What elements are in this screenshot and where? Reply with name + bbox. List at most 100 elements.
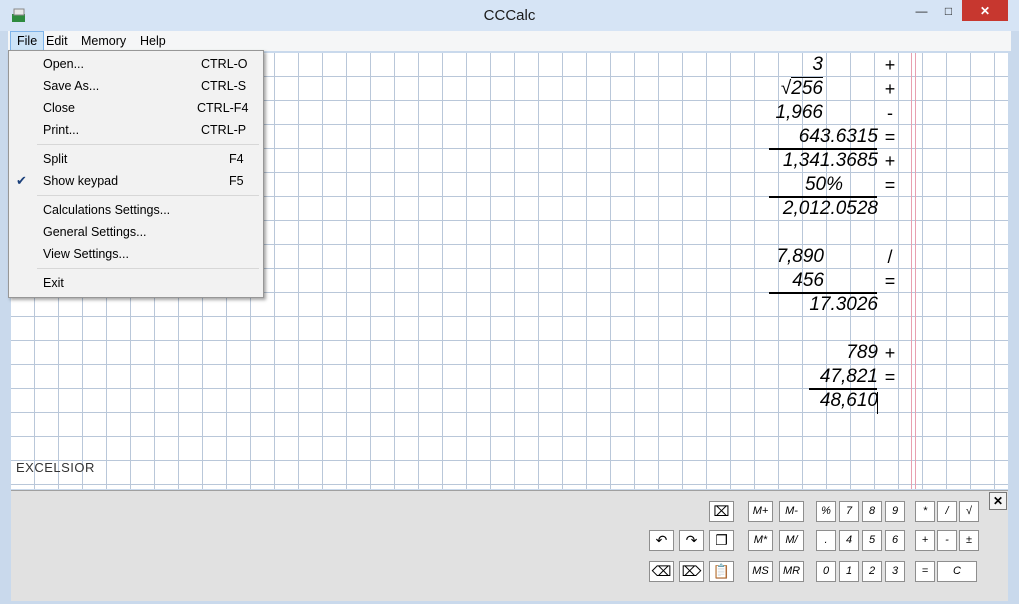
calc-value: 643.6315: [798, 126, 878, 147]
menu-shortcut: F5: [229, 174, 244, 188]
key-8[interactable]: 8: [862, 501, 882, 522]
key-decimal[interactable]: .: [816, 530, 836, 551]
key-4[interactable]: 4: [839, 530, 859, 551]
delete-icon[interactable]: ⌦: [679, 561, 704, 582]
menu-label: Split: [43, 152, 68, 166]
menu-calculations-settings[interactable]: Calculations Settings...: [9, 199, 263, 221]
menu-view-settings[interactable]: View Settings...: [9, 243, 263, 265]
menu-shortcut: CTRL-F4: [197, 101, 249, 115]
calc-operator: =: [884, 271, 896, 291]
menu-separator: [37, 195, 259, 196]
menu-bar: File Edit Memory Help: [8, 31, 1011, 51]
key-0[interactable]: 0: [816, 561, 836, 582]
memory-store-button[interactable]: MS: [748, 561, 773, 582]
text-cursor: [877, 392, 878, 414]
menu-separator: [37, 144, 259, 145]
menu-label: Save As...: [43, 79, 100, 93]
calc-value: 17.3026: [809, 294, 878, 315]
key-multiply[interactable]: *: [915, 501, 935, 522]
memory-plus-button[interactable]: M+: [748, 501, 773, 522]
menu-label: Open...: [43, 57, 84, 71]
menu-separator: [37, 268, 259, 269]
key-1[interactable]: 1: [839, 561, 859, 582]
menu-label: Print...: [43, 123, 80, 137]
key-equals[interactable]: =: [915, 561, 935, 582]
menu-save-as[interactable]: Save As... CTRL-S: [9, 75, 263, 97]
checkmark-icon: ✔: [16, 173, 27, 188]
calc-operator: -: [887, 103, 893, 123]
close-window-button[interactable]: ✕: [962, 0, 1008, 21]
menu-label: Close: [43, 101, 75, 115]
menu-label: General Settings...: [43, 225, 147, 239]
sqrt-symbol: √: [780, 78, 792, 99]
margin-line: [915, 53, 916, 489]
memory-multiply-button[interactable]: M*: [748, 530, 773, 551]
key-6[interactable]: 6: [885, 530, 905, 551]
calc-operator: =: [884, 367, 896, 387]
menu-memory[interactable]: Memory: [75, 31, 132, 51]
key-9[interactable]: 9: [885, 501, 905, 522]
key-minus[interactable]: -: [937, 530, 957, 551]
backspace-icon[interactable]: ⌫: [649, 561, 674, 582]
calc-value: 789: [846, 342, 878, 363]
close-keypad-button[interactable]: ✕: [989, 492, 1007, 510]
menu-label: View Settings...: [43, 247, 129, 261]
calc-value: 7,890: [776, 246, 824, 267]
menu-general-settings[interactable]: General Settings...: [9, 221, 263, 243]
key-clear[interactable]: C: [937, 561, 977, 582]
menu-help[interactable]: Help: [134, 31, 172, 51]
memory-recall-button[interactable]: MR: [779, 561, 804, 582]
undo-icon[interactable]: ↶: [649, 530, 674, 551]
calc-operator: +: [884, 55, 896, 75]
title-bar: CCCalc — □ ✕: [0, 0, 1019, 31]
minimize-button[interactable]: —: [908, 0, 935, 21]
margin-line: [911, 53, 912, 489]
menu-close[interactable]: Close CTRL-F4: [9, 97, 263, 119]
menu-shortcut: F4: [229, 152, 244, 166]
key-divide[interactable]: /: [937, 501, 957, 522]
menu-print[interactable]: Print... CTRL-P: [9, 119, 263, 141]
menu-label: Show keypad: [43, 174, 119, 188]
memory-minus-button[interactable]: M-: [779, 501, 804, 522]
menu-split[interactable]: Split F4: [9, 148, 263, 170]
menu-label: Calculations Settings...: [43, 203, 171, 217]
sqrt-radicand: 256: [791, 77, 823, 99]
window-title: CCCalc: [483, 7, 536, 24]
copy-icon[interactable]: ❐: [709, 530, 734, 551]
key-5[interactable]: 5: [862, 530, 882, 551]
excelsior-logo: EXCELSIOR: [16, 460, 95, 475]
calc-value: 1,341.3685: [782, 150, 878, 171]
calc-value: 48,610: [819, 390, 878, 411]
calc-operator: /: [887, 247, 893, 267]
clear-all-icon[interactable]: ⌧: [709, 501, 734, 522]
calc-value: √256: [683, 77, 823, 100]
key-plus[interactable]: +: [915, 530, 935, 551]
menu-exit[interactable]: Exit: [9, 272, 263, 294]
key-3[interactable]: 3: [885, 561, 905, 582]
memory-divide-button[interactable]: M/: [779, 530, 804, 551]
calc-value: 1,966: [775, 102, 823, 123]
calc-operator: +: [884, 79, 896, 99]
redo-icon[interactable]: ↷: [679, 530, 704, 551]
key-percent[interactable]: %: [816, 501, 836, 522]
menu-open[interactable]: Open... CTRL-O: [9, 53, 263, 75]
menu-label: Exit: [43, 276, 64, 290]
calc-value: 3: [812, 54, 823, 75]
calc-value: 456: [792, 270, 824, 291]
file-menu-dropdown: Open... CTRL-O Save As... CTRL-S Close CTRL…: [8, 50, 264, 298]
key-2[interactable]: 2: [862, 561, 882, 582]
menu-edit[interactable]: Edit: [40, 31, 74, 51]
menu-shortcut: CTRL-P: [201, 123, 247, 137]
calc-value: 47,821: [819, 366, 878, 387]
calc-operator: =: [884, 127, 896, 147]
paste-icon[interactable]: 📋: [709, 561, 734, 582]
menu-shortcut: CTRL-O: [201, 57, 248, 71]
menu-show-keypad[interactable]: ✔ Show keypad F5: [9, 170, 263, 192]
key-sqrt[interactable]: √: [959, 501, 979, 522]
calc-operator: =: [884, 175, 896, 195]
maximize-button[interactable]: □: [935, 0, 962, 21]
calc-value: 50%: [804, 174, 843, 195]
key-7[interactable]: 7: [839, 501, 859, 522]
calc-operator: +: [884, 151, 896, 171]
key-plus-minus[interactable]: ±: [959, 530, 979, 551]
